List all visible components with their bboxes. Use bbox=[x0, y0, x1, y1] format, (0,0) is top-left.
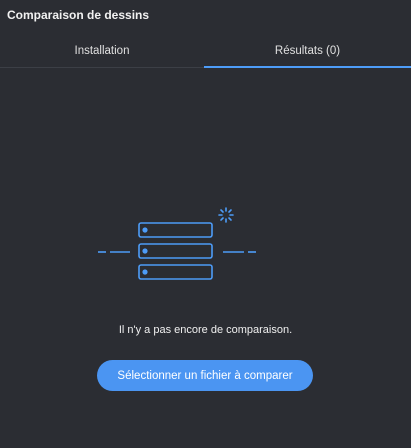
select-file-button[interactable]: Sélectionner un fichier à comparer bbox=[97, 360, 313, 391]
comparison-panel: Comparaison de dessins Installation Résu… bbox=[0, 0, 411, 448]
server-stack-loading-icon bbox=[98, 207, 256, 280]
tab-results[interactable]: Résultats (0) bbox=[204, 34, 411, 68]
tab-bar: Installation Résultats (0) bbox=[0, 34, 411, 68]
panel-title: Comparaison de dessins bbox=[7, 8, 150, 22]
tab-installation[interactable]: Installation bbox=[0, 34, 204, 67]
empty-state-message: Il n'y a pas encore de comparaison. bbox=[118, 324, 293, 336]
